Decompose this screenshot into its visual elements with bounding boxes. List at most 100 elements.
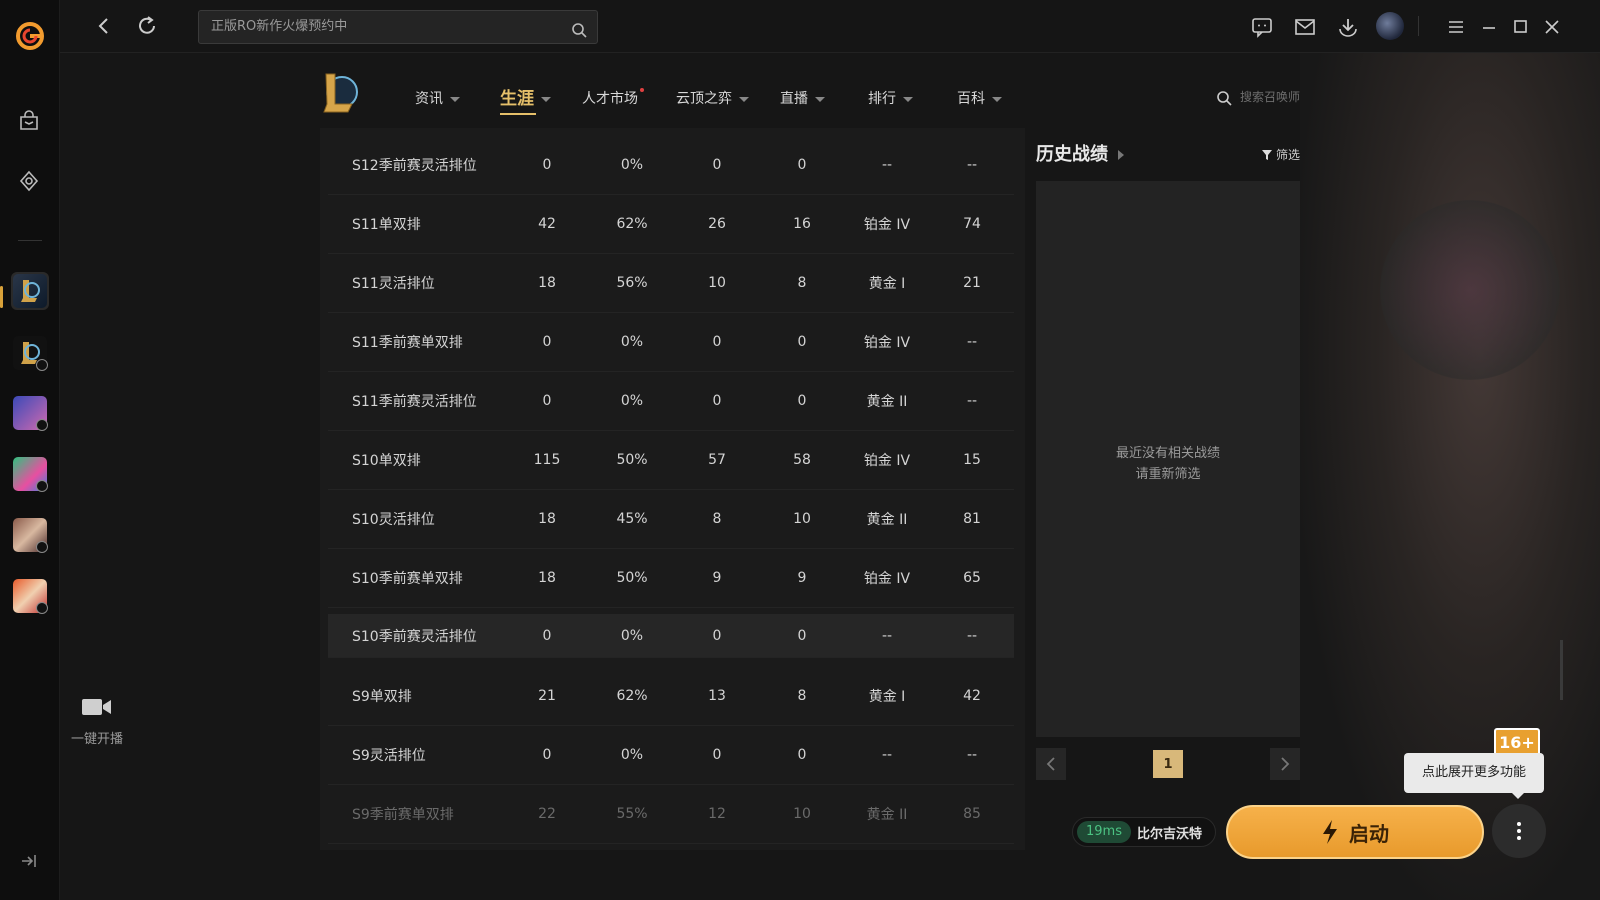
- game-lol-icon[interactable]: [11, 272, 49, 310]
- collapse-sidebar-icon[interactable]: [18, 850, 40, 872]
- chevron-down-icon: [450, 96, 460, 102]
- table-row[interactable]: S11季前赛单双排 0 0% 0 0 铂金 IV --: [328, 313, 1014, 372]
- menu-icon[interactable]: [1444, 15, 1468, 39]
- game-center-icon[interactable]: [14, 166, 44, 196]
- game-tile-6-icon[interactable]: [11, 577, 49, 615]
- nav-ranking[interactable]: 排行: [868, 88, 913, 108]
- history-title[interactable]: 历史战绩: [1036, 140, 1124, 166]
- download-manager-icon[interactable]: [1336, 15, 1360, 39]
- queue-name-cell: S9季前赛单双排: [352, 807, 454, 823]
- stat-cell: 0: [542, 393, 552, 409]
- stat-cell: 0%: [620, 157, 644, 173]
- table-row[interactable]: S10季前赛灵活排位 0 0% 0 0 -- --: [328, 614, 1014, 658]
- nav-career[interactable]: 生涯: [500, 84, 551, 115]
- nav-talent-market[interactable]: 人才市场: [582, 88, 644, 108]
- global-search-input[interactable]: 正版RO新作火爆预约中: [198, 10, 598, 44]
- queue-name-cell: S12季前赛灵活排位: [352, 158, 477, 174]
- stat-cell: 42: [538, 216, 556, 232]
- server-selector[interactable]: 19ms 比尔吉沃特: [1072, 817, 1216, 847]
- one-click-stream-button[interactable]: 一键开播: [62, 696, 132, 747]
- more-functions-button[interactable]: [1492, 804, 1546, 858]
- maximize-icon[interactable]: [1508, 15, 1532, 39]
- nav-tft[interactable]: 云顶之弈: [676, 88, 749, 108]
- next-page-button[interactable]: [1270, 748, 1300, 780]
- stat-cell: 74: [963, 216, 981, 232]
- stat-cell: --: [881, 157, 893, 173]
- minimize-icon[interactable]: [1477, 15, 1501, 39]
- filter-button[interactable]: 筛选: [1262, 146, 1300, 163]
- stat-cell: 26: [708, 216, 726, 232]
- history-empty-message: 最近没有相关战绩 请重新筛选: [1115, 446, 1220, 482]
- lightning-icon: [1323, 820, 1337, 844]
- summoner-search-input[interactable]: 搜索召唤师: [1216, 88, 1300, 106]
- stat-cell: 0%: [620, 334, 644, 350]
- stat-cell: 42: [963, 688, 981, 704]
- stat-cell: 13: [708, 688, 726, 704]
- app-logo-icon[interactable]: [14, 20, 46, 52]
- background-art-accent: [1380, 200, 1560, 380]
- scrollbar[interactable]: [1560, 640, 1563, 700]
- table-row[interactable]: S11灵活排位 18 56% 10 8 黄金 I 21: [328, 254, 1014, 313]
- store-bag-icon[interactable]: [14, 106, 44, 136]
- nav-live[interactable]: 直播: [780, 88, 825, 108]
- stat-cell: 0: [542, 747, 552, 763]
- prev-page-button[interactable]: [1036, 748, 1066, 780]
- game-tile-5-icon[interactable]: [11, 516, 49, 554]
- mail-icon[interactable]: [1293, 15, 1317, 39]
- stat-cell: 0: [797, 157, 807, 173]
- stat-cell: 62%: [616, 216, 648, 232]
- table-row[interactable]: S11单双排 42 62% 26 16 铂金 IV 74: [328, 195, 1014, 254]
- refresh-icon[interactable]: [135, 14, 159, 38]
- game-tile-4-icon[interactable]: [11, 455, 49, 493]
- table-row[interactable]: S10灵活排位 18 45% 8 10 黄金 II 81: [328, 490, 1014, 549]
- search-placeholder: 正版RO新作火爆预约中: [211, 19, 348, 34]
- launch-button[interactable]: 启动: [1226, 805, 1484, 859]
- queue-name-cell: S11灵活排位: [352, 276, 435, 292]
- stat-cell: 0: [797, 393, 807, 409]
- table-row[interactable]: S10季前赛单双排 18 50% 9 9 铂金 IV 65: [328, 549, 1014, 608]
- user-avatar[interactable]: [1376, 12, 1404, 40]
- lol-logo-icon[interactable]: [320, 70, 360, 116]
- table-row[interactable]: S10单双排 115 50% 57 58 铂金 IV 15: [328, 431, 1014, 490]
- game-lol-download-icon[interactable]: [11, 334, 49, 372]
- stat-cell: 0: [542, 157, 552, 173]
- stat-cell: 50%: [616, 452, 648, 468]
- stat-cell: --: [966, 393, 978, 409]
- stat-cell: 10: [793, 806, 811, 822]
- stat-cell: 0: [712, 747, 722, 763]
- chat-icon[interactable]: [1250, 15, 1274, 39]
- stat-cell: 58: [793, 452, 811, 468]
- stat-cell: 12: [708, 806, 726, 822]
- back-arrow-icon[interactable]: [92, 14, 116, 38]
- nav-news[interactable]: 资讯: [415, 88, 460, 108]
- more-functions-tooltip: 点此展开更多功能: [1404, 753, 1544, 799]
- top-bar: 正版RO新作火爆预约中: [60, 0, 1600, 53]
- stat-cell: 铂金 IV: [863, 453, 911, 469]
- table-row[interactable]: S9灵活排位 0 0% 0 0 -- --: [328, 726, 1014, 785]
- table-row[interactable]: S12季前赛灵活排位 0 0% 0 0 -- --: [328, 136, 1014, 195]
- close-icon[interactable]: [1540, 15, 1564, 39]
- stat-cell: 黄金 I: [868, 276, 906, 292]
- queue-name-cell: S10季前赛单双排: [352, 571, 463, 587]
- more-vertical-icon: [1517, 822, 1521, 840]
- stat-cell: 45%: [616, 511, 648, 527]
- table-row[interactable]: S9单双排 21 62% 13 8 黄金 I 42: [328, 667, 1014, 726]
- page-number[interactable]: 1: [1153, 750, 1183, 778]
- top-right-controls: [1240, 0, 1600, 53]
- stat-cell: 黄金 I: [868, 689, 906, 705]
- rail-divider: [18, 240, 42, 241]
- divider: [1418, 16, 1419, 36]
- stat-cell: --: [966, 334, 978, 350]
- stat-cell: 9: [712, 570, 722, 586]
- stat-cell: --: [966, 157, 978, 173]
- search-icon[interactable]: [571, 19, 587, 51]
- nav-wiki[interactable]: 百科: [957, 88, 1002, 108]
- queue-name-cell: S11季前赛单双排: [352, 335, 463, 351]
- stat-cell: 铂金 IV: [863, 335, 911, 351]
- game-tile-3-icon[interactable]: [11, 394, 49, 432]
- stat-cell: 18: [538, 511, 556, 527]
- chevron-down-icon: [739, 96, 749, 102]
- table-row[interactable]: S11季前赛灵活排位 0 0% 0 0 黄金 II --: [328, 372, 1014, 431]
- stat-cell: 0: [797, 334, 807, 350]
- table-row[interactable]: S9季前赛单双排 22 55% 12 10 黄金 II 85: [328, 785, 1014, 844]
